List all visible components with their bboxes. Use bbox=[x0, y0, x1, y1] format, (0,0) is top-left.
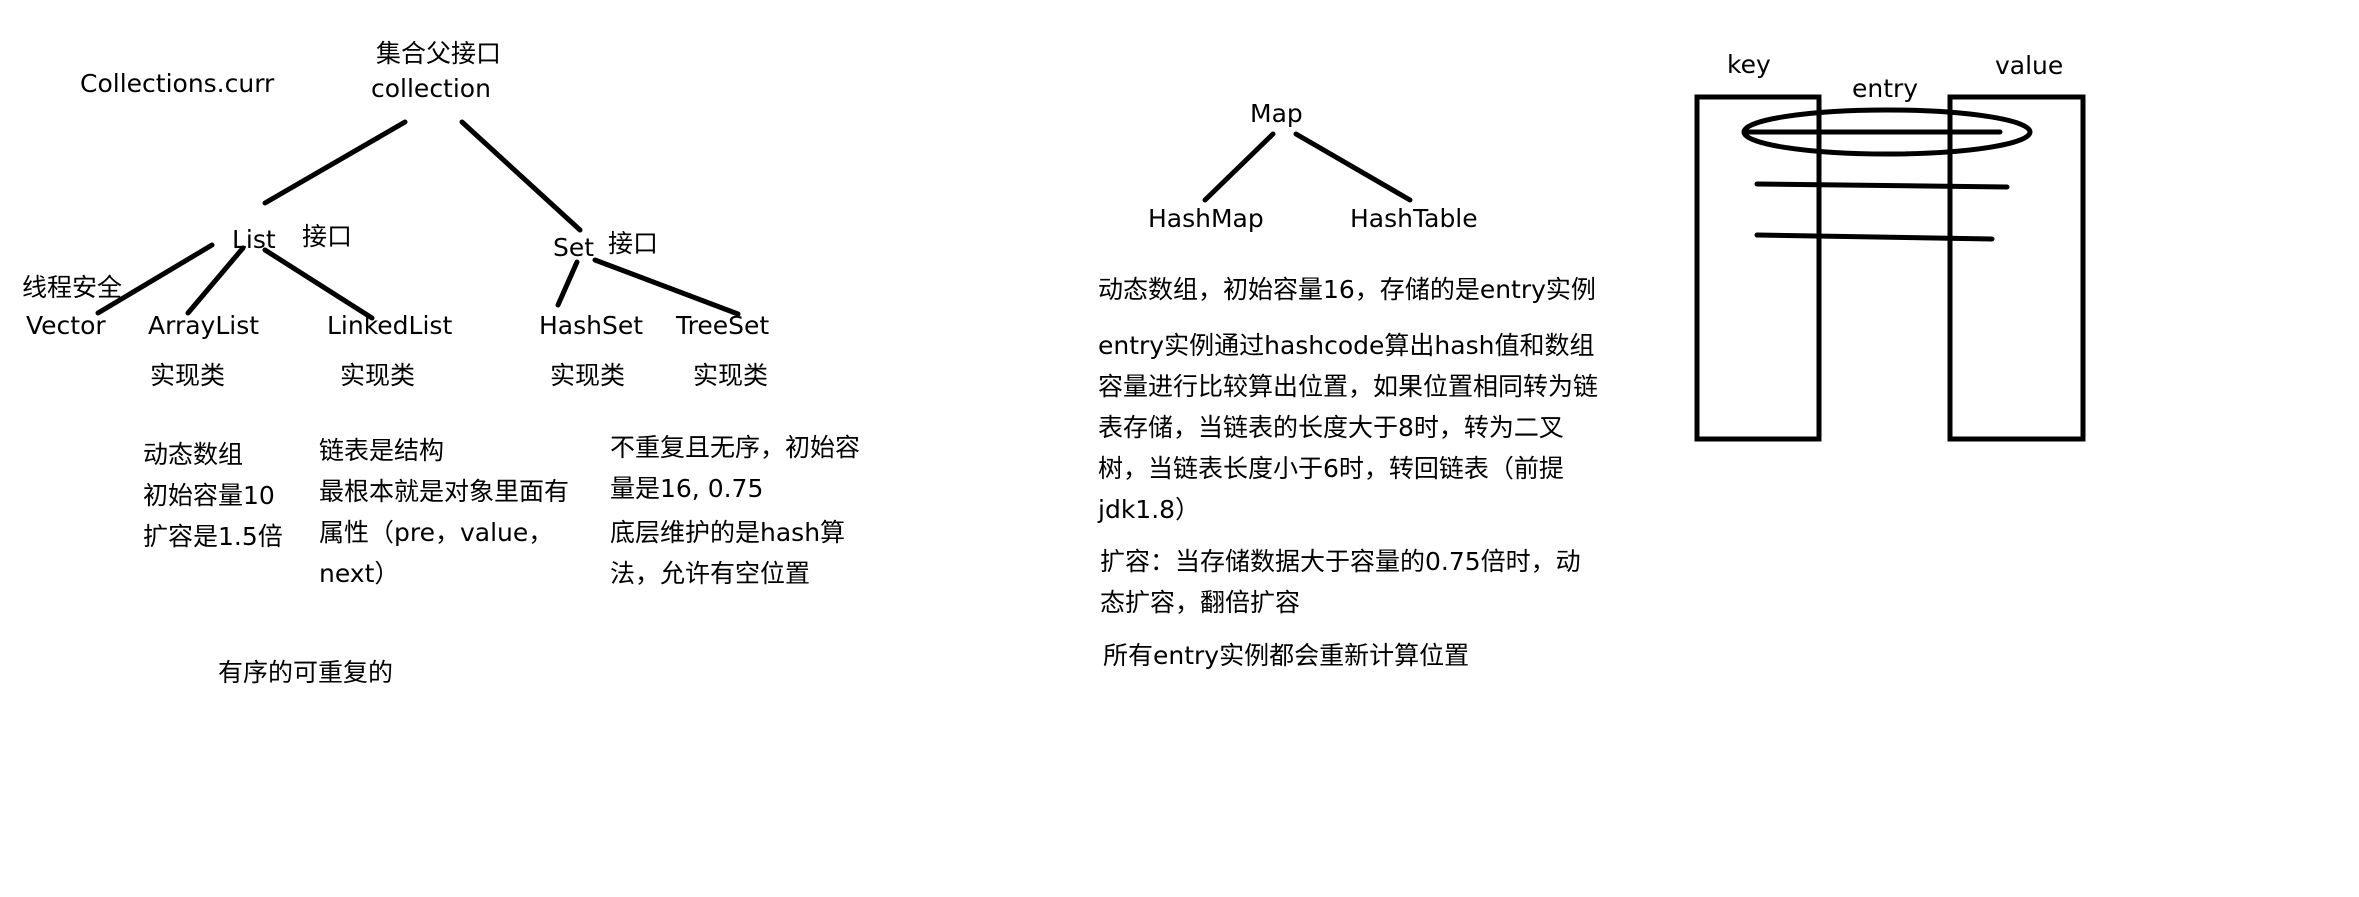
hashmap-note-2: 树，当链表长度小于6时，转回链表（前提 bbox=[1098, 454, 1564, 483]
value-label: value bbox=[1995, 51, 2064, 80]
linkedlist-label: LinkedList bbox=[327, 311, 453, 340]
map-label: Map bbox=[1250, 99, 1303, 128]
hashmap-note-3: 扩容：当存储数据大于容量的0.75倍时，动 bbox=[1100, 547, 1581, 576]
line-set-hashset bbox=[555, 259, 580, 308]
hashmap-note-3: 态扩容，翻倍扩容 bbox=[1100, 588, 1301, 617]
line-collection-list bbox=[262, 119, 408, 206]
set-note: 量是16, 0.75 bbox=[610, 474, 764, 503]
vector-label: Vector bbox=[26, 311, 106, 340]
linkedlist-note: 属性（pre，value， bbox=[319, 518, 554, 547]
list-interface-label: 接口 bbox=[302, 222, 353, 251]
impl-class-linkedlist: 实现类 bbox=[340, 361, 416, 390]
arraylist-label: ArrayList bbox=[148, 311, 260, 340]
linkedlist-note: 链表是结构 bbox=[319, 436, 445, 465]
line-map-hashtable bbox=[1293, 131, 1413, 203]
line-set-treeset bbox=[592, 257, 741, 317]
hashmap-label: HashMap bbox=[1148, 204, 1264, 233]
collection-label: collection bbox=[371, 74, 491, 103]
line-collection-set bbox=[459, 119, 583, 233]
entry-line-2 bbox=[1754, 181, 2010, 190]
entry-line-3 bbox=[1754, 232, 1995, 242]
set-note: 不重复且无序，初始容 bbox=[610, 433, 861, 462]
arraylist-note: 动态数组 bbox=[143, 440, 244, 469]
key-label: key bbox=[1727, 50, 1771, 79]
impl-class-arraylist: 实现类 bbox=[150, 361, 226, 390]
hashmap-note-4: 所有entry实例都会重新计算位置 bbox=[1103, 641, 1470, 670]
hashmap-note-2: entry实例通过hashcode算出hash值和数组 bbox=[1098, 331, 1595, 360]
arraylist-note: 初始容量10 bbox=[143, 481, 275, 510]
set-interface-label: 接口 bbox=[608, 229, 659, 258]
collections-curr-label: Collections.curr bbox=[80, 69, 275, 98]
set-note: 法，允许有空位置 bbox=[610, 559, 811, 588]
hashmap-note-2: 容量进行比较算出位置，如果位置相同转为链 bbox=[1098, 372, 1599, 401]
set-note: 底层维护的是hash算 bbox=[610, 518, 846, 547]
linkedlist-note: next） bbox=[319, 559, 400, 588]
set-label: Set bbox=[553, 233, 595, 262]
hashmap-note-2: jdk1.8） bbox=[1098, 495, 1201, 524]
parent-interface-label: 集合父接口 bbox=[376, 39, 502, 68]
line-list-arraylist bbox=[185, 245, 246, 316]
diagram-canvas: Collections.curr 集合父接口 collection List 接… bbox=[0, 0, 2359, 897]
line-map-hashmap bbox=[1202, 131, 1276, 203]
hashmap-note-1: 动态数组，初始容量16，存储的是entry实例 bbox=[1098, 275, 1596, 304]
impl-class-hashset: 实现类 bbox=[550, 361, 626, 390]
list-summary-label: 有序的可重复的 bbox=[218, 658, 394, 687]
thread-safe-label: 线程安全 bbox=[22, 273, 123, 302]
hashset-label: HashSet bbox=[539, 311, 644, 340]
list-label: List bbox=[232, 225, 276, 254]
hashmap-note-2: 表存储，当链表的长度大于8时，转为二叉 bbox=[1098, 413, 1564, 442]
line-list-linkedlist bbox=[262, 247, 375, 321]
linkedlist-note: 最根本就是对象里面有 bbox=[319, 477, 570, 506]
impl-class-treeset: 实现类 bbox=[693, 361, 769, 390]
entry-label: entry bbox=[1852, 74, 1919, 103]
hashtable-label: HashTable bbox=[1350, 204, 1478, 233]
treeset-label: TreeSet bbox=[676, 311, 770, 340]
arraylist-note: 扩容是1.5倍 bbox=[143, 522, 283, 551]
